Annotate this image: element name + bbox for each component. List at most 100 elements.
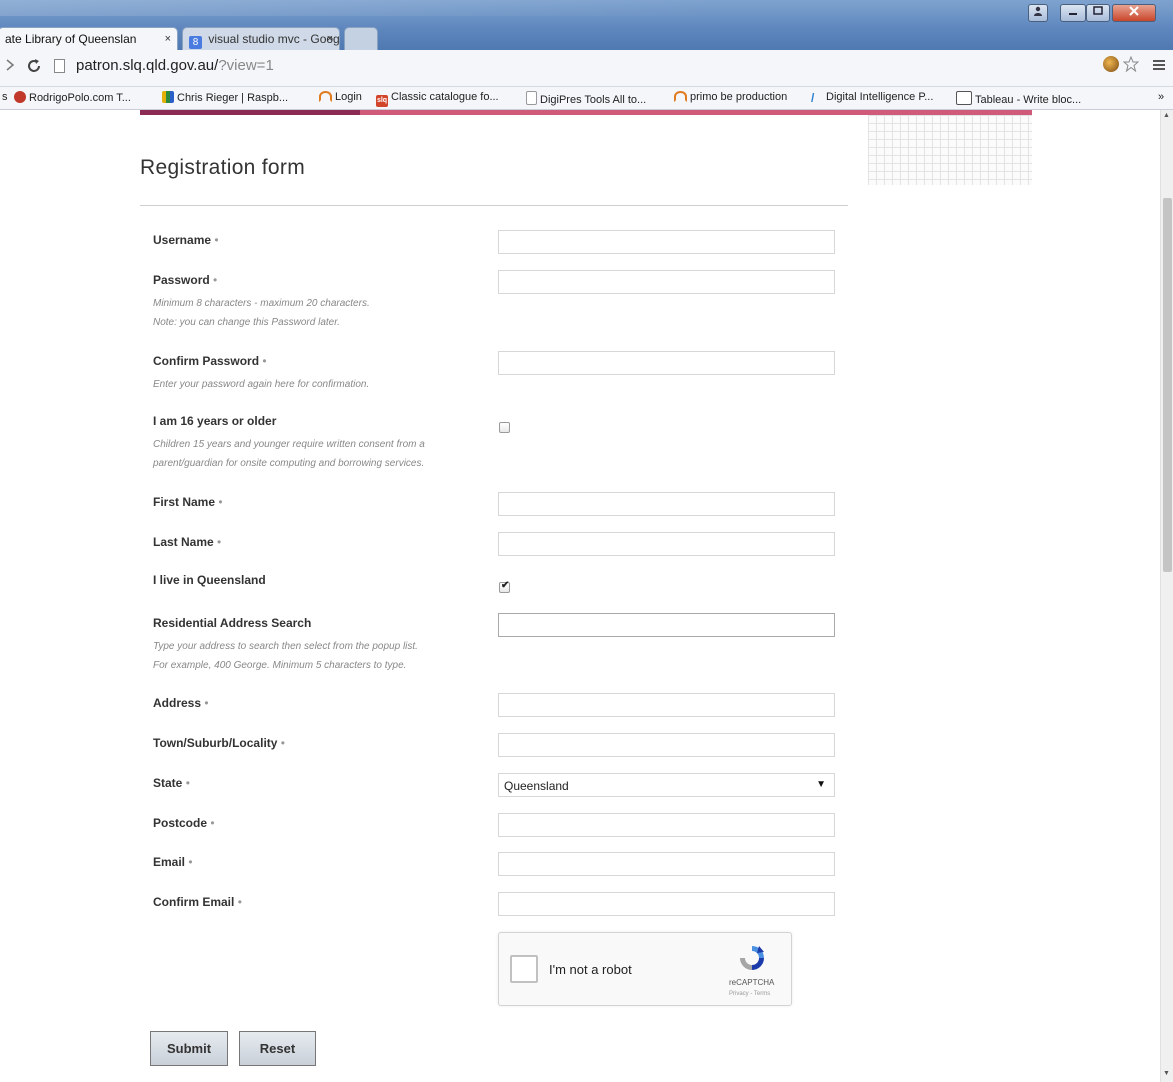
close-icon[interactable]: ×: [165, 28, 171, 50]
required-marker: •: [185, 776, 190, 790]
close-icon[interactable]: ×: [327, 28, 333, 50]
bookmark-label: RodrigoPolo.com T...: [29, 92, 131, 104]
required-marker: •: [280, 736, 285, 750]
password-label: Password •: [153, 273, 217, 287]
label-text: Username: [153, 233, 212, 247]
address-search-input[interactable]: [498, 613, 835, 637]
tab-visual-studio-search[interactable]: 8 visual studio mvc - Googl ×: [182, 27, 340, 50]
bookmark-label: Digital Intelligence P...: [826, 91, 934, 103]
label-text: Password: [153, 273, 210, 287]
slq-icon: slq: [376, 95, 388, 107]
rodrigopolo-icon: [14, 91, 26, 103]
bookmark-item[interactable]: s: [2, 91, 8, 103]
chevron-down-icon: ▼: [816, 779, 826, 790]
town-input[interactable]: [498, 733, 835, 757]
bookmark-label: s: [2, 91, 8, 103]
age-help-1: Children 15 years and younger require wr…: [153, 439, 425, 450]
bookmarks-bar: s RodrigoPolo.com T... Chris Rieger | Ra…: [0, 87, 1173, 110]
bookmark-classic-catalogue[interactable]: slq Classic catalogue fo...: [376, 91, 499, 107]
scroll-up-icon[interactable]: ▲: [1163, 112, 1170, 119]
confirm-email-label: Confirm Email •: [153, 895, 242, 909]
url-text: patron.slq.qld.gov.au/?view=1: [76, 57, 274, 74]
address-input[interactable]: [498, 693, 835, 717]
minimize-button[interactable]: [1060, 4, 1086, 22]
last-name-input[interactable]: [498, 532, 835, 556]
star-icon[interactable]: [1122, 55, 1140, 75]
bookmark-tableau[interactable]: Tableau - Write bloc...: [956, 91, 1081, 106]
bookmark-label: Classic catalogue fo...: [391, 91, 499, 103]
address-label: Address •: [153, 696, 209, 710]
required-marker: •: [262, 354, 267, 368]
grid-icon: [162, 91, 174, 103]
tab-label: ate Library of Queenslan: [5, 32, 137, 46]
label-text: Town/Suburb/Locality: [153, 736, 278, 750]
bookmark-login[interactable]: Login: [319, 91, 362, 103]
required-marker: •: [237, 895, 242, 909]
recaptcha-brand: reCAPTCHA: [729, 978, 775, 987]
password-input[interactable]: [498, 270, 835, 294]
town-label: Town/Suburb/Locality •: [153, 736, 285, 750]
bookmark-rodrigopolo[interactable]: RodrigoPolo.com T...: [14, 91, 131, 104]
required-marker: •: [218, 495, 223, 509]
maximize-button[interactable]: [1086, 4, 1110, 22]
queensland-label: I live in Queensland: [153, 573, 266, 587]
scrollbar-thumb[interactable]: [1163, 198, 1172, 572]
postcode-label: Postcode •: [153, 816, 215, 830]
url-query: ?view=1: [218, 57, 274, 74]
email-input[interactable]: [498, 852, 835, 876]
username-input[interactable]: [498, 230, 835, 254]
age-checkbox[interactable]: [499, 422, 510, 433]
forward-icon[interactable]: [6, 58, 15, 74]
first-name-input[interactable]: [498, 492, 835, 516]
submit-button[interactable]: Submit: [150, 1031, 228, 1066]
bookmark-chris-rieger[interactable]: Chris Rieger | Raspb...: [162, 91, 288, 104]
reset-button[interactable]: Reset: [239, 1031, 316, 1066]
close-window-button[interactable]: [1112, 4, 1156, 22]
bookmark-label: primo be production: [690, 91, 788, 103]
required-marker: •: [188, 855, 193, 869]
tab-label: visual studio mvc - Googl: [208, 32, 340, 46]
recaptcha-label: I'm not a robot: [549, 962, 632, 977]
confirm-password-input[interactable]: [498, 351, 835, 375]
email-label: Email •: [153, 855, 193, 869]
page-icon: [54, 59, 65, 73]
recaptcha-logo-icon: [740, 946, 764, 970]
scroll-down-icon[interactable]: ▼: [1163, 1070, 1170, 1077]
label-text: Email: [153, 855, 186, 869]
first-name-label: First Name •: [153, 495, 223, 509]
password-help-1: Minimum 8 characters - maximum 20 charac…: [153, 298, 370, 309]
tab-state-library[interactable]: ate Library of Queenslan ×: [0, 27, 178, 50]
bookmark-label: Login: [335, 91, 362, 103]
decorative-grid: [868, 115, 1032, 185]
page-icon: [526, 91, 537, 105]
bookmark-digipres[interactable]: DigiPres Tools All to...: [526, 91, 646, 106]
page-title: Registration form: [140, 156, 305, 179]
user-icon[interactable]: [1028, 4, 1048, 22]
recaptcha-checkbox[interactable]: [510, 955, 538, 983]
bookmark-primo-be[interactable]: primo be production: [674, 91, 787, 103]
page-scrollbar[interactable]: ▲ ▼: [1160, 110, 1173, 1082]
age-help-2: parent/guardian for onsite computing and…: [153, 458, 425, 469]
state-label: State •: [153, 776, 190, 790]
primo-icon: [674, 91, 687, 102]
queensland-checkbox[interactable]: ✔: [499, 580, 510, 593]
extension-icon[interactable]: [1103, 56, 1119, 72]
confirm-email-input[interactable]: [498, 892, 835, 916]
new-tab-button[interactable]: [344, 27, 378, 50]
bookmark-digital-intelligence[interactable]: / Digital Intelligence P...: [811, 91, 933, 104]
google-icon: 8: [189, 36, 202, 49]
reload-icon[interactable]: [26, 58, 42, 77]
bookmark-label: DigiPres Tools All to...: [540, 94, 647, 106]
address-bar[interactable]: patron.slq.qld.gov.au/?view=1: [54, 55, 1084, 79]
title-blur: [0, 0, 720, 16]
menu-icon[interactable]: [1153, 58, 1165, 74]
label-text: Confirm Password: [153, 354, 260, 368]
postcode-input[interactable]: [498, 813, 835, 837]
required-marker: •: [210, 816, 215, 830]
bookmark-label: Chris Rieger | Raspb...: [177, 92, 289, 104]
recaptcha-privacy-terms-link[interactable]: Privacy - Terms: [729, 991, 770, 997]
bookmarks-overflow-icon[interactable]: »: [1158, 91, 1164, 103]
label-text: Confirm Email: [153, 895, 235, 909]
label-text: Address: [153, 696, 202, 710]
state-select[interactable]: Queensland ▼: [498, 773, 835, 797]
